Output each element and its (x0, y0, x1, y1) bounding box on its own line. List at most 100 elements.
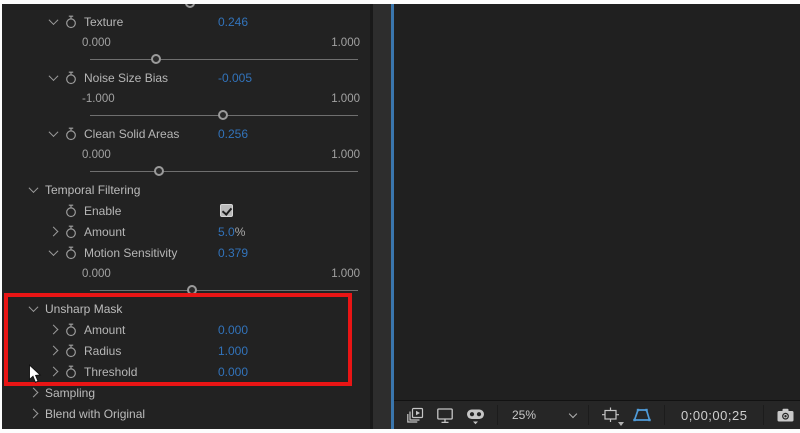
range-max: 1.000 (331, 268, 360, 280)
range-max: 1.000 (331, 93, 360, 105)
slider-handle[interactable] (151, 54, 161, 64)
region-of-interest-icon[interactable] (597, 403, 624, 427)
param-row-motion-sensitivity: Motion Sensitivity 0.379 (2, 242, 370, 263)
app-content: Texture 0.246 0.000 1.000 Noise Size Bia… (2, 4, 795, 429)
param-label: Clean Solid Areas (84, 127, 179, 141)
enable-checkbox[interactable] (220, 204, 233, 217)
group-label: Unsharp Mask (45, 302, 122, 316)
chevron-right-icon[interactable] (29, 409, 39, 419)
chevron-down-icon[interactable] (29, 302, 39, 312)
param-row-unsharp-radius: Radius 1.000 (2, 340, 370, 361)
snapshot-camera-icon[interactable] (772, 403, 799, 427)
stereo-goggles-icon[interactable] (462, 403, 489, 427)
chevron-down-icon[interactable] (49, 15, 59, 25)
group-label: Sampling (45, 386, 95, 400)
param-label: Noise Size Bias (84, 71, 168, 85)
stopwatch-icon[interactable] (65, 323, 77, 337)
chevron-down-icon (569, 409, 577, 417)
range-max: 1.000 (331, 37, 360, 49)
stopwatch-icon[interactable] (65, 127, 77, 141)
dropdown-triangle-icon (618, 422, 624, 426)
screenshot-frame: Texture 0.246 0.000 1.000 Noise Size Bia… (0, 0, 800, 433)
zoom-level-dropdown[interactable]: 25% (506, 404, 580, 426)
mask-visibility-icon[interactable] (628, 403, 656, 427)
stopwatch-icon[interactable] (65, 246, 77, 260)
chevron-right-icon[interactable] (49, 325, 59, 335)
param-label: Enable (84, 204, 121, 218)
mouse-cursor (28, 364, 42, 389)
param-row-texture: Texture 0.246 (2, 11, 370, 32)
composition-panel: 25% 0;00;00;25 (394, 4, 800, 429)
always-preview-layers-icon[interactable] (402, 403, 428, 427)
group-row-blend-with-original[interactable]: Blend with Original (2, 403, 370, 424)
stopwatch-icon[interactable] (65, 204, 77, 218)
param-slider-texture[interactable] (2, 53, 370, 67)
param-value[interactable]: 0.000 (218, 365, 248, 379)
chevron-down-icon[interactable] (49, 246, 59, 256)
param-value[interactable]: 5.0% (218, 225, 245, 239)
slider-handle-partial[interactable] (185, 4, 195, 8)
toolbar-separator (763, 405, 764, 425)
param-label: Amount (84, 225, 125, 239)
param-value[interactable]: 1.000 (218, 344, 248, 358)
monitor-icon[interactable] (432, 403, 458, 427)
param-row-unsharp-amount: Amount 0.000 (2, 319, 370, 340)
param-label: Motion Sensitivity (84, 246, 177, 260)
param-value[interactable]: -0.005 (218, 71, 252, 85)
stopwatch-icon[interactable] (65, 365, 77, 379)
param-row-unsharp-threshold: Threshold 0.000 (2, 361, 370, 382)
composition-viewport[interactable] (394, 4, 800, 400)
composition-toolbar: 25% 0;00;00;25 (394, 400, 800, 429)
stopwatch-icon[interactable] (65, 344, 77, 358)
param-unit: % (235, 225, 246, 239)
param-label: Radius (84, 344, 121, 358)
slider-handle[interactable] (218, 110, 228, 120)
param-range-texture: 0.000 1.000 (2, 32, 370, 53)
group-label: Blend with Original (45, 407, 145, 421)
param-value[interactable]: 0.379 (218, 246, 248, 260)
chevron-right-icon[interactable] (49, 346, 59, 356)
param-label: Texture (84, 15, 123, 29)
slider-handle[interactable] (187, 285, 197, 295)
chevron-right-icon[interactable] (29, 388, 39, 398)
chevron-down-icon[interactable] (29, 183, 39, 193)
toolbar-separator (497, 405, 498, 425)
group-label: Temporal Filtering (45, 183, 140, 197)
param-value[interactable]: 0.256 (218, 127, 248, 141)
stopwatch-icon[interactable] (65, 71, 77, 85)
panel-scrollbar[interactable] (373, 4, 391, 429)
group-row-temporal-filtering[interactable]: Temporal Filtering (2, 179, 370, 200)
chevron-right-icon[interactable] (49, 367, 59, 377)
chevron-right-icon[interactable] (49, 227, 59, 237)
param-slider-motion-sensitivity[interactable] (2, 284, 370, 298)
param-slider-noise-size-bias[interactable] (2, 109, 370, 123)
param-value[interactable]: 0.000 (218, 323, 248, 337)
range-min: -1.000 (82, 93, 115, 105)
slider-handle[interactable] (154, 166, 164, 176)
stopwatch-icon[interactable] (65, 15, 77, 29)
param-range-clean-solid-areas: 0.000 1.000 (2, 144, 370, 165)
param-row-noise-size-bias: Noise Size Bias -0.005 (2, 67, 370, 88)
toolbar-separator (664, 405, 665, 425)
group-row-sampling[interactable]: Sampling (2, 382, 370, 403)
param-range-motion-sensitivity: 0.000 1.000 (2, 263, 370, 284)
range-max: 1.000 (331, 149, 360, 161)
range-min: 0.000 (82, 149, 111, 161)
chevron-down-icon[interactable] (49, 127, 59, 137)
toolbar-separator (588, 405, 589, 425)
param-range-noise-size-bias: -1.000 1.000 (2, 88, 370, 109)
group-row-unsharp-mask[interactable]: Unsharp Mask (2, 298, 370, 319)
effect-controls-panel: Texture 0.246 0.000 1.000 Noise Size Bia… (2, 4, 370, 429)
param-row-clean-solid-areas: Clean Solid Areas 0.256 (2, 123, 370, 144)
range-min: 0.000 (82, 37, 111, 49)
stopwatch-icon[interactable] (65, 225, 77, 239)
param-label: Amount (84, 323, 125, 337)
param-slider-clean-solid-areas[interactable] (2, 165, 370, 179)
param-label: Threshold (84, 365, 137, 379)
current-timecode[interactable]: 0;00;00;25 (673, 408, 755, 423)
chevron-down-icon[interactable] (49, 71, 59, 81)
range-min: 0.000 (82, 268, 111, 280)
param-row-amount-temporal: Amount 5.0% (2, 221, 370, 242)
param-row-enable: Enable (2, 200, 370, 221)
param-value[interactable]: 0.246 (218, 15, 248, 29)
